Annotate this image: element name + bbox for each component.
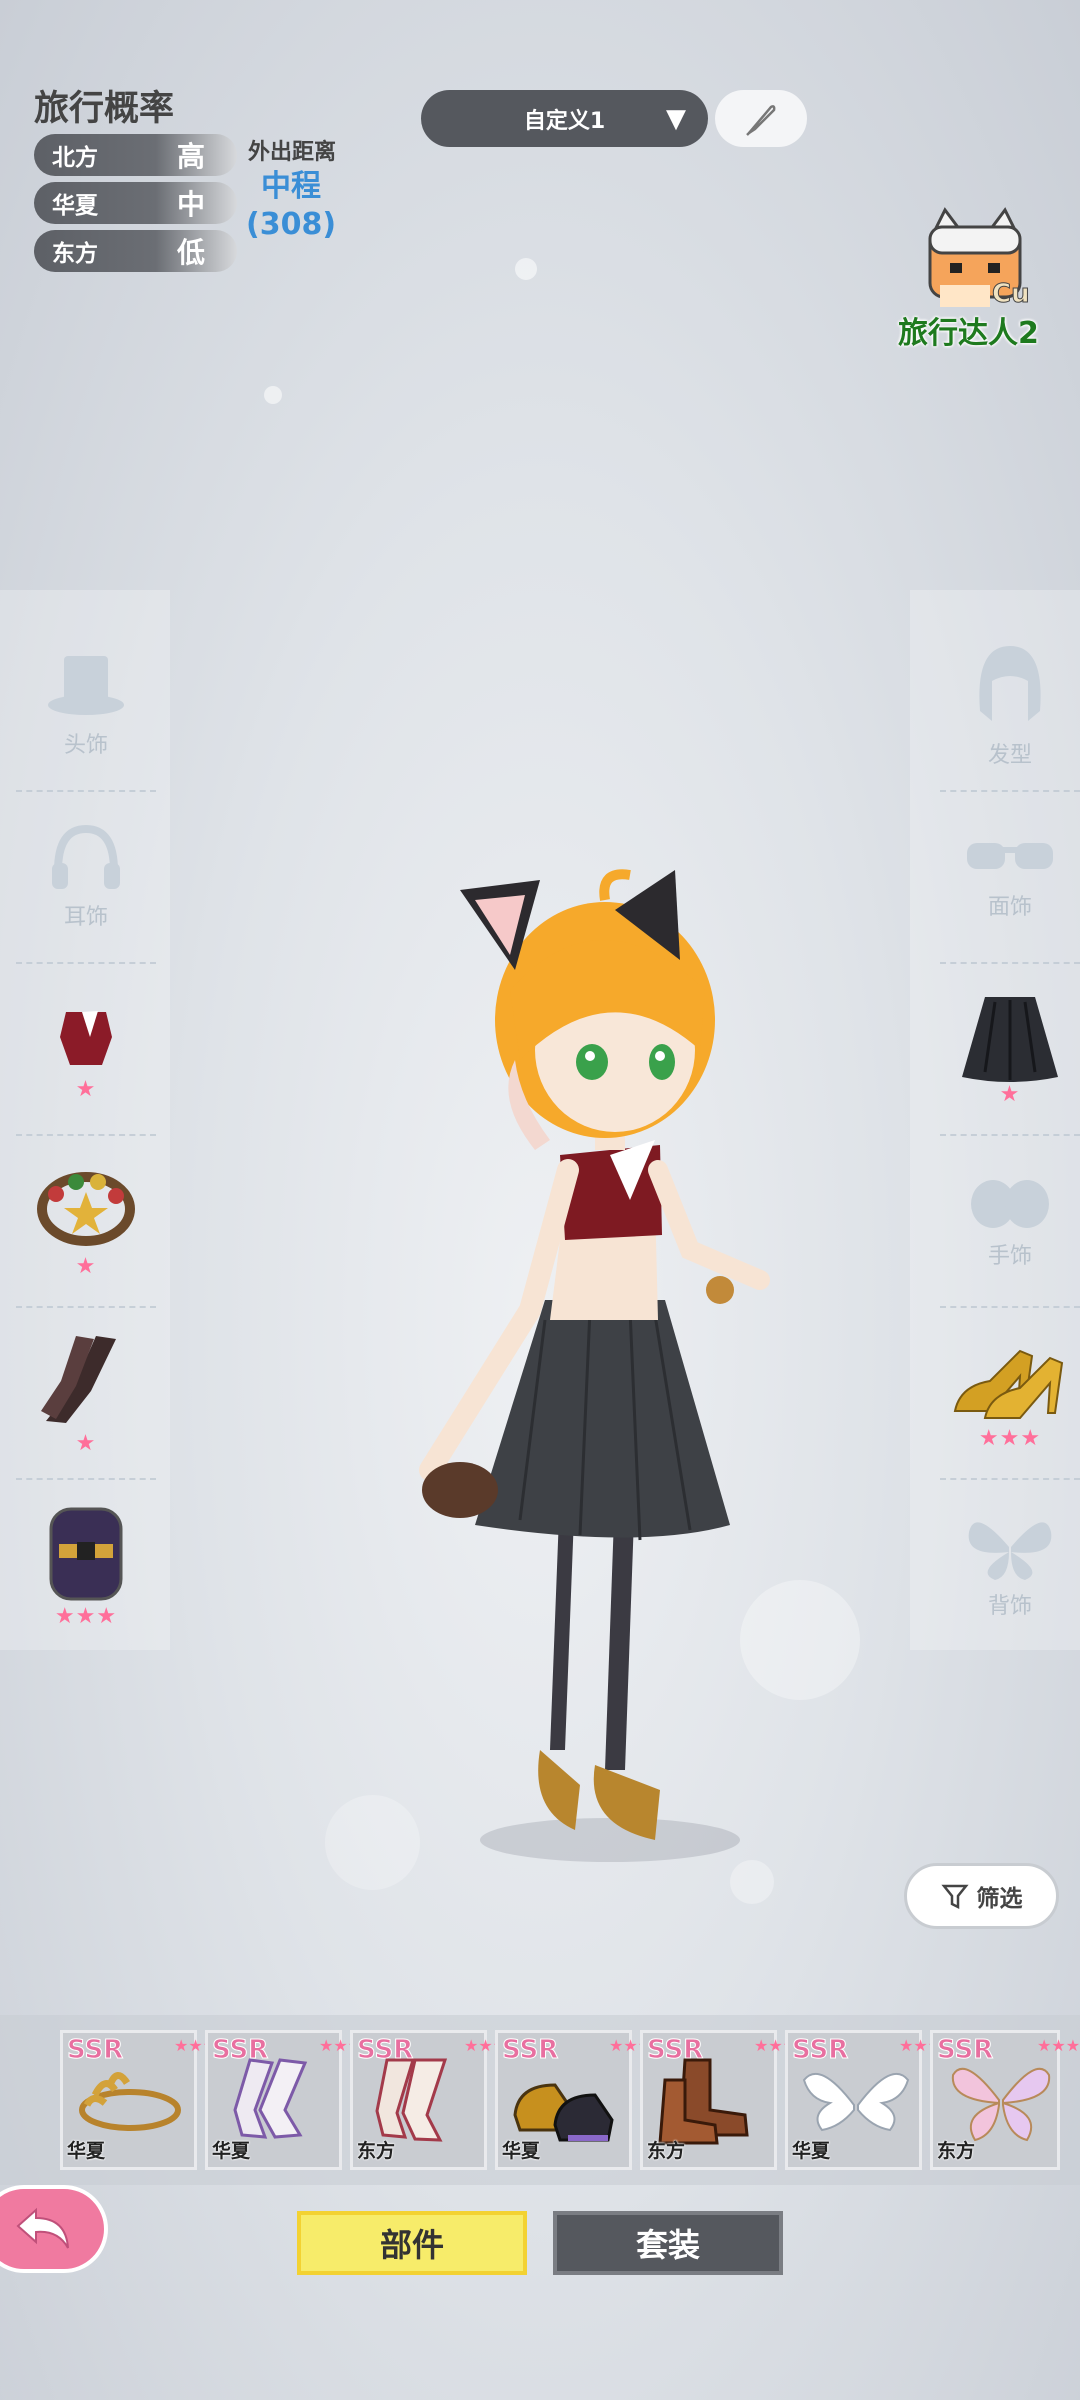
tab-parts[interactable]: 部件 — [297, 2211, 527, 2275]
slot-label: 发型 — [987, 743, 1032, 768]
hat-icon — [48, 656, 124, 715]
rarity-stars: ★ — [75, 1254, 97, 1279]
distance-range: 中程 — [261, 169, 322, 204]
slot-neckwear[interactable]: ★★★ — [16, 1480, 156, 1652]
sparkle — [515, 258, 537, 280]
feather-pen-icon — [746, 104, 776, 136]
preset-label: 自定义1 — [523, 108, 606, 134]
item-card[interactable]: SSR ★★★ 华夏 — [60, 2030, 218, 2170]
top-icon — [60, 1011, 112, 1065]
wings-icon — [968, 1522, 1052, 1580]
rarity-stars: ★ — [999, 1082, 1021, 1107]
distance-label: 外出距离 — [248, 140, 337, 165]
pale-stockings-icon — [375, 2058, 448, 2142]
bracelet-icon — [37, 1172, 135, 1246]
rarity-stars: ★★★ — [1037, 2036, 1080, 2055]
rarity-stars: ★★★ — [464, 2036, 508, 2055]
brown-boots-icon — [658, 2058, 749, 2145]
filter-funnel-icon — [940, 1884, 969, 1910]
region-label: 华夏 — [52, 193, 98, 219]
rarity-stars: ★★★ — [54, 1604, 118, 1629]
slot-back[interactable]: 背饰 — [940, 1480, 1080, 1652]
slot-label: 头饰 — [63, 733, 108, 758]
region-label: 东方 — [52, 241, 98, 267]
slot-bottom[interactable]: ★ — [940, 964, 1080, 1136]
rarity-stars: ★★★ — [754, 2036, 798, 2055]
stockings-icon — [41, 1336, 116, 1423]
white-stockings-icon — [233, 2058, 308, 2139]
probability-row-huaxia: 华夏 中 — [34, 182, 237, 224]
right-category-list: 发型 面饰 ★ 手饰 ★★★ 背饰 — [940, 620, 1080, 1652]
region-label: 东方 — [647, 2140, 686, 2162]
rarity-stars: ★★★ — [899, 2036, 943, 2055]
slot-shoes[interactable]: ★★★ — [940, 1308, 1080, 1480]
character-model[interactable] — [400, 850, 780, 1900]
item-card[interactable]: SSR ★★★ 东方 — [350, 2030, 508, 2170]
slot-bracelet[interactable]: ★ — [16, 1136, 156, 1308]
badge-tier: Cu — [992, 279, 1031, 310]
hair-icon — [979, 646, 1041, 721]
slot-label: 面饰 — [987, 895, 1032, 920]
badge-label: 旅行达人2 — [898, 316, 1039, 351]
back-arrow-icon — [16, 2207, 69, 2249]
slot-label: 手饰 — [987, 1244, 1032, 1269]
rarity-stars: ★ — [75, 1077, 97, 1102]
laurel-headband-icon — [79, 2072, 181, 2131]
item-card[interactable]: SSR ★★★ 东方 — [640, 2030, 798, 2170]
caret-down-icon: ▼ — [666, 104, 686, 134]
travel-probability-title: 旅行概率 — [34, 89, 175, 129]
sparkle — [264, 386, 282, 404]
probability-row-north: 北方 高 — [34, 134, 237, 176]
tab-outfit[interactable]: 套装 — [553, 2211, 783, 2275]
rarity-stars: ★ — [75, 1431, 97, 1456]
angel-wings-icon — [802, 2072, 910, 2132]
region-label: 华夏 — [67, 2140, 106, 2162]
rarity-stars: ★★★ — [174, 2036, 218, 2055]
mary-jane-shoes-icon — [513, 2083, 614, 2142]
rarity-stars: ★★★ — [609, 2036, 653, 2055]
slot-hair[interactable]: 发型 — [940, 620, 1080, 792]
glasses-icon — [967, 843, 1053, 869]
slot-face[interactable]: 面饰 — [940, 792, 1080, 964]
slot-hand[interactable]: 手饰 — [940, 1136, 1080, 1308]
item-card[interactable]: SSR ★★★ 华夏 — [495, 2030, 653, 2170]
slot-label: 耳饰 — [63, 905, 108, 930]
probability-level: 中 — [176, 188, 205, 221]
gloves-icon — [971, 1180, 1049, 1228]
preset-dropdown[interactable]: 自定义1 ▼ — [421, 90, 708, 147]
distance-value: 中程 (308) — [246, 168, 336, 244]
region-label: 东方 — [357, 2140, 396, 2162]
region-label: 华夏 — [502, 2140, 541, 2162]
region-label: 东方 — [937, 2140, 976, 2162]
region-label: 北方 — [52, 145, 98, 171]
character-illustration — [419, 869, 770, 1862]
filter-button[interactable]: 筛选 — [904, 1863, 1059, 1929]
item-card[interactable]: SSR ★★★ 华夏 — [205, 2030, 363, 2170]
filter-label: 筛选 — [976, 1886, 1023, 1912]
rarity-stars: ★★★ — [319, 2036, 363, 2055]
rename-button[interactable] — [715, 90, 807, 147]
slot-headwear[interactable]: 头饰 — [16, 620, 156, 792]
headphones-icon — [52, 824, 120, 889]
probability-level: 高 — [176, 140, 205, 173]
region-label: 华夏 — [792, 2140, 831, 2162]
probability-row-east: 东方 低 — [34, 230, 237, 272]
probability-level: 低 — [176, 236, 205, 269]
heels-icon — [953, 1349, 1064, 1419]
wardrobe-screen: { "travel": { "title": "旅行概率", "rows": [… — [0, 0, 1080, 2400]
slot-earwear[interactable]: 耳饰 — [16, 792, 156, 964]
item-card[interactable]: SSR ★★★ 东方 — [930, 2030, 1080, 2170]
fairy-wings-icon — [951, 2067, 1051, 2142]
skirt-icon — [962, 997, 1058, 1082]
back-button[interactable] — [0, 2185, 108, 2273]
rarity-stars: ★★★ — [978, 1426, 1042, 1451]
slot-label: 背饰 — [987, 1594, 1032, 1619]
distance-count: (308) — [246, 207, 337, 242]
item-card[interactable]: SSR ★★★ 华夏 — [785, 2030, 943, 2170]
choker-icon — [49, 1507, 123, 1601]
slot-top[interactable]: ★ — [16, 964, 156, 1136]
left-category-list: 头饰 耳饰 ★ ★ ★ ★★★ — [16, 620, 156, 1652]
slot-legwear[interactable]: ★ — [16, 1308, 156, 1480]
region-label: 华夏 — [212, 2140, 251, 2162]
